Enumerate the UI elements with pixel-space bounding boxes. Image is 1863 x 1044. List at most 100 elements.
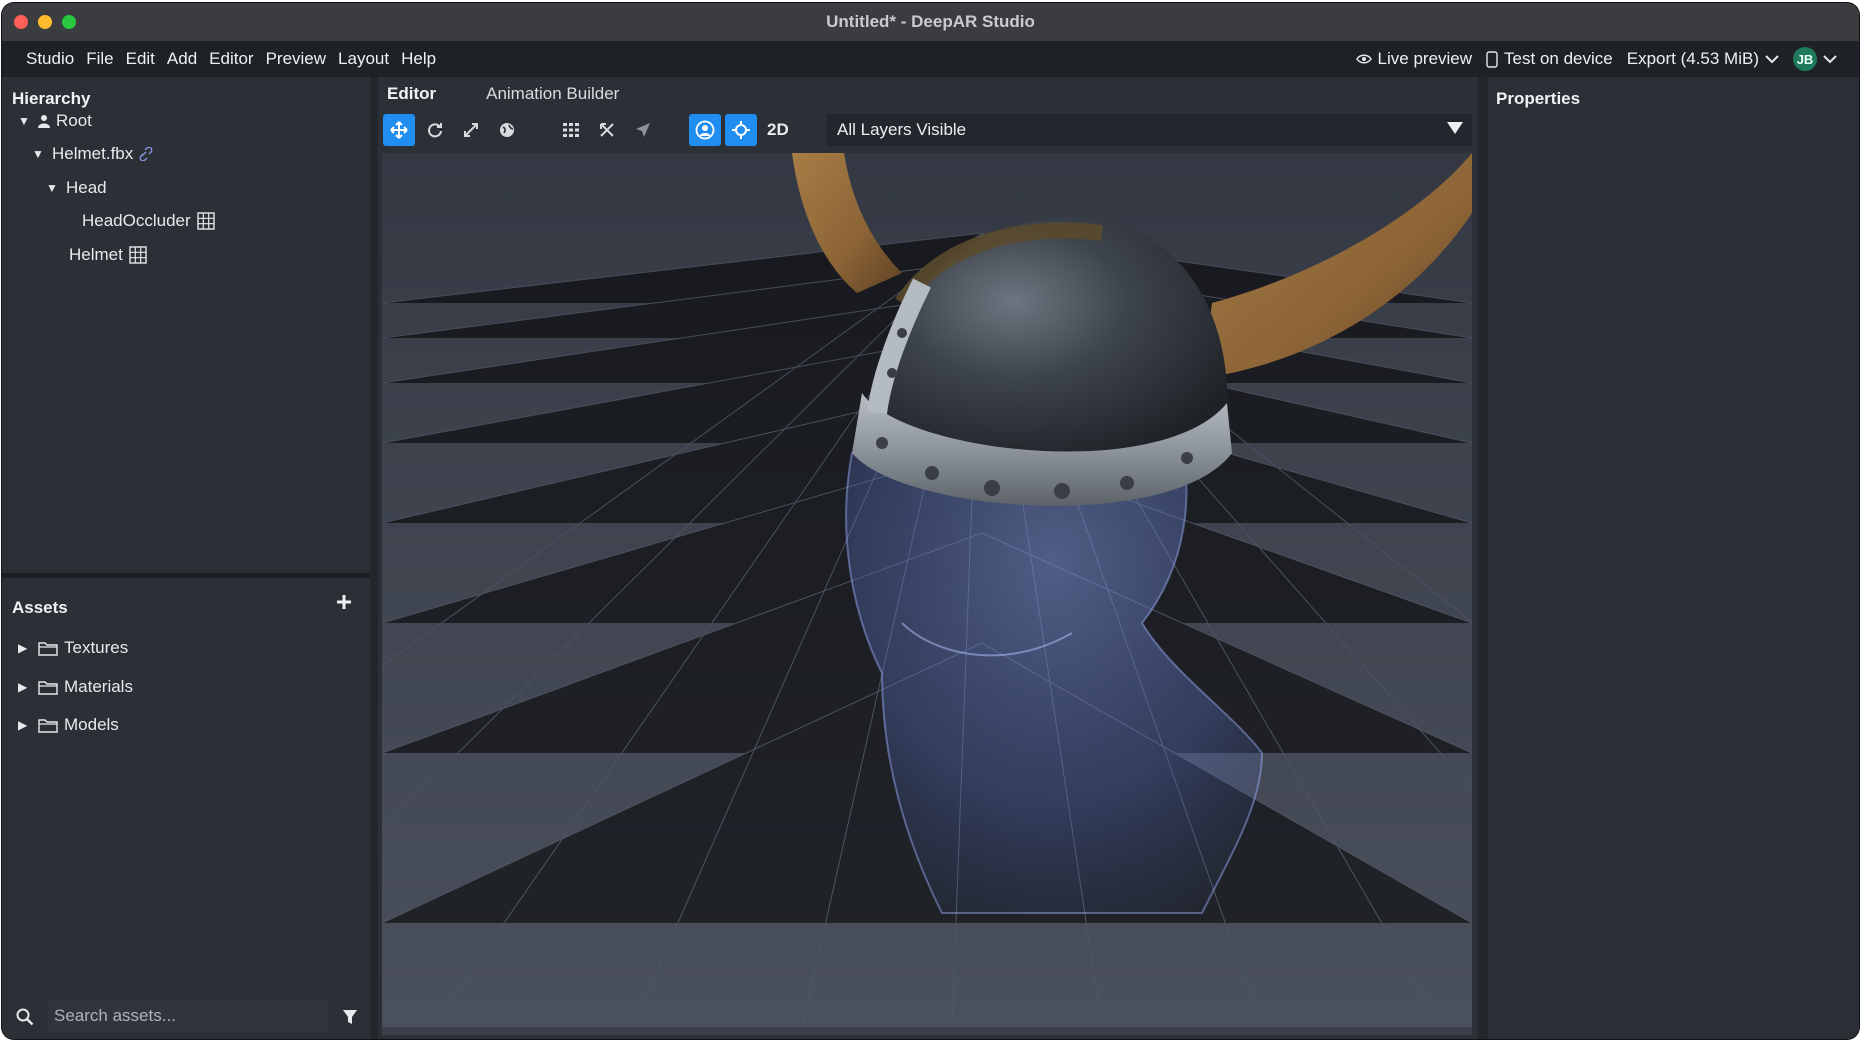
menu-edit[interactable]: Edit bbox=[120, 49, 161, 69]
grid-toggle-button[interactable] bbox=[555, 114, 587, 146]
asset-folder-label: Textures bbox=[64, 638, 129, 657]
live-preview-label: Live preview bbox=[1377, 49, 1473, 68]
editor-area: Editor Animation Builder 2D All Layers V… bbox=[378, 77, 1478, 1039]
menu-editor[interactable]: Editor bbox=[203, 49, 259, 69]
world-space-button[interactable] bbox=[491, 114, 523, 146]
axis-icon bbox=[600, 123, 614, 137]
asset-folder-label: Materials bbox=[64, 677, 133, 696]
properties-panel: Properties bbox=[1488, 77, 1859, 1039]
expand-arrow-icon[interactable]: ▼ bbox=[18, 114, 32, 128]
rotate-icon bbox=[428, 123, 442, 138]
asset-folder-textures[interactable]: ▶ Textures bbox=[18, 638, 128, 658]
menu-file[interactable]: File bbox=[80, 49, 119, 69]
add-asset-button[interactable] bbox=[336, 594, 352, 615]
expand-icon bbox=[464, 123, 478, 137]
person-icon bbox=[38, 115, 50, 128]
window-title: Untitled* - DeepAR Studio bbox=[826, 12, 1035, 31]
expand-arrow-icon[interactable]: ▼ bbox=[32, 147, 46, 161]
editor-tabs: Editor Animation Builder bbox=[378, 77, 1478, 111]
asset-search-bar bbox=[2, 993, 370, 1039]
search-assets-input[interactable] bbox=[48, 1001, 328, 1031]
mesh-icon bbox=[129, 246, 147, 264]
phone-icon bbox=[1486, 50, 1498, 68]
test-on-device-label: Test on device bbox=[1504, 49, 1613, 68]
asset-folder-label: Models bbox=[64, 715, 119, 734]
minimize-window-button[interactable] bbox=[38, 15, 52, 29]
mesh-icon bbox=[196, 212, 215, 230]
live-preview-button[interactable]: Live preview bbox=[1355, 49, 1473, 69]
asset-folder-models[interactable]: ▶ Models bbox=[18, 715, 119, 735]
title-bar: Untitled* - DeepAR Studio bbox=[2, 3, 1859, 41]
properties-title: Properties bbox=[1496, 89, 1581, 108]
menu-items: Studio File Edit Add Editor Preview Layo… bbox=[2, 49, 442, 69]
editor-toolbar: 2D All Layers Visible bbox=[383, 112, 1472, 148]
menu-help[interactable]: Help bbox=[395, 49, 442, 69]
tree-item-label: Head bbox=[66, 178, 107, 197]
menu-preview[interactable]: Preview bbox=[260, 49, 332, 69]
gizmo-toggle-button[interactable] bbox=[591, 114, 623, 146]
search-icon bbox=[16, 1008, 34, 1026]
face-tracking-button[interactable] bbox=[689, 114, 721, 146]
tree-item-label: Helmet.fbx bbox=[52, 144, 134, 163]
direction-tool-button[interactable] bbox=[627, 114, 659, 146]
hierarchy-panel: Hierarchy ▼ Root ▼ Helmet.fbx ▼ Head Hea… bbox=[2, 77, 370, 573]
plus-icon bbox=[337, 595, 351, 609]
tree-item-label: Root bbox=[56, 111, 92, 130]
export-label: Export (4.53 MiB) bbox=[1626, 49, 1759, 68]
assets-title: Assets bbox=[12, 598, 68, 617]
scale-tool-button[interactable] bbox=[455, 114, 487, 146]
left-panel: Hierarchy ▼ Root ▼ Helmet.fbx ▼ Head Hea… bbox=[2, 77, 370, 1039]
test-on-device-button[interactable]: Test on device bbox=[1486, 49, 1613, 69]
tab-editor[interactable]: Editor bbox=[387, 84, 436, 104]
expand-arrow-icon[interactable]: ▼ bbox=[46, 181, 60, 195]
tree-item-helmet[interactable]: Helmet bbox=[69, 245, 147, 265]
window-controls bbox=[14, 15, 76, 29]
maximize-window-button[interactable] bbox=[62, 15, 76, 29]
dropdown-triangle-icon bbox=[1447, 122, 1463, 134]
chevron-down-icon bbox=[1765, 55, 1779, 64]
rotate-tool-button[interactable] bbox=[419, 114, 451, 146]
tree-item-root[interactable]: ▼ Root bbox=[18, 111, 92, 131]
assets-panel: Assets ▶ Textures ▶ Materials ▶ Models bbox=[2, 578, 370, 1039]
link-icon bbox=[139, 147, 153, 161]
tree-item-head[interactable]: ▼ Head bbox=[46, 178, 107, 198]
export-button[interactable]: Export (4.53 MiB) bbox=[1627, 49, 1779, 69]
3d-viewport[interactable] bbox=[382, 153, 1472, 1035]
globe-icon bbox=[500, 123, 514, 137]
eye-icon bbox=[1355, 54, 1372, 64]
layers-dropdown[interactable]: All Layers Visible bbox=[827, 114, 1472, 146]
menu-studio[interactable]: Studio bbox=[20, 49, 80, 69]
tree-item-label: Helmet bbox=[69, 245, 123, 264]
user-menu[interactable]: JB bbox=[1793, 47, 1837, 71]
expand-arrow-icon[interactable]: ▶ bbox=[18, 680, 32, 694]
mode-2d-toggle[interactable]: 2D bbox=[767, 120, 789, 140]
crosshair-icon bbox=[732, 121, 750, 139]
tree-item-label: HeadOccluder bbox=[82, 211, 191, 230]
menu-actions: Live preview Test on device Export (4.53… bbox=[1355, 47, 1859, 71]
navigation-arrow-icon bbox=[636, 123, 650, 137]
menu-layout[interactable]: Layout bbox=[332, 49, 395, 69]
folder-icon bbox=[38, 642, 58, 656]
move-tool-button[interactable] bbox=[383, 114, 415, 146]
user-circle-icon bbox=[695, 120, 715, 140]
center-target-button[interactable] bbox=[725, 114, 757, 146]
tab-animation-builder[interactable]: Animation Builder bbox=[486, 84, 619, 104]
asset-folder-materials[interactable]: ▶ Materials bbox=[18, 677, 133, 697]
left-splitter[interactable] bbox=[370, 77, 378, 1039]
filter-icon[interactable] bbox=[342, 1009, 358, 1025]
move-icon bbox=[390, 121, 408, 139]
scene-render bbox=[382, 153, 1472, 1028]
chevron-down-icon bbox=[1823, 55, 1837, 64]
expand-arrow-icon[interactable]: ▶ bbox=[18, 718, 32, 732]
tree-item-headoccluder[interactable]: HeadOccluder bbox=[82, 211, 215, 231]
tree-item-helmet-fbx[interactable]: ▼ Helmet.fbx bbox=[32, 144, 155, 164]
app-window: Untitled* - DeepAR Studio Studio File Ed… bbox=[2, 3, 1859, 1039]
avatar: JB bbox=[1793, 47, 1817, 71]
hierarchy-title: Hierarchy bbox=[12, 89, 91, 108]
folder-icon bbox=[38, 681, 58, 695]
expand-arrow-icon[interactable]: ▶ bbox=[18, 641, 32, 655]
right-splitter[interactable] bbox=[1478, 77, 1488, 1039]
close-window-button[interactable] bbox=[14, 15, 28, 29]
menu-add[interactable]: Add bbox=[161, 49, 203, 69]
folder-icon bbox=[38, 719, 58, 733]
